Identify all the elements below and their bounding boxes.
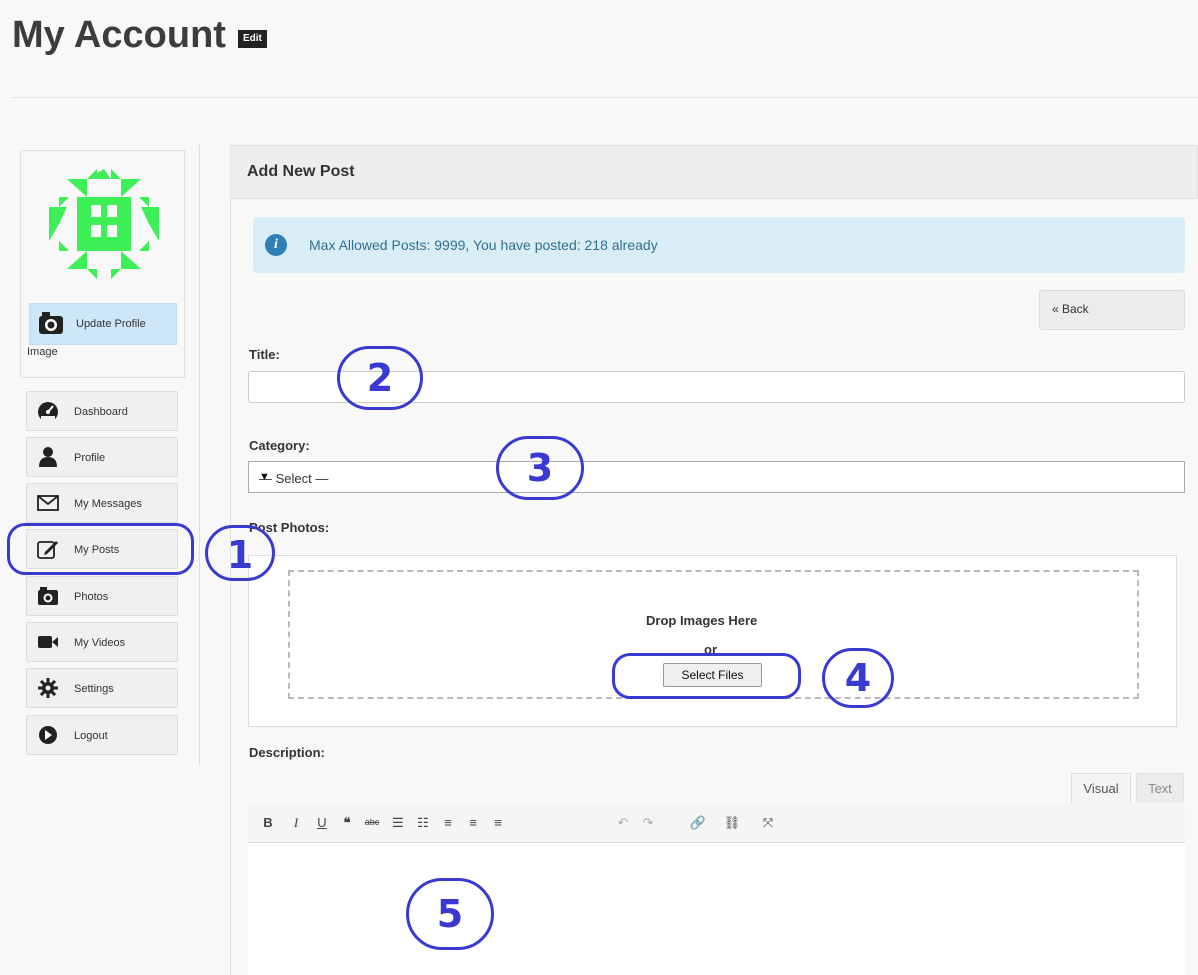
align-center-icon[interactable]: ≡ bbox=[463, 815, 483, 830]
user-icon bbox=[39, 447, 57, 467]
panel-header: Add New Post bbox=[230, 145, 1198, 199]
video-camera-icon bbox=[38, 636, 58, 648]
strikethrough-icon[interactable]: abc bbox=[362, 817, 382, 827]
bold-icon[interactable]: B bbox=[258, 815, 278, 830]
align-right-icon[interactable]: ≡ bbox=[488, 815, 508, 830]
annotation-number: 2 bbox=[337, 346, 423, 410]
envelope-icon bbox=[37, 495, 59, 511]
header-divider bbox=[12, 97, 1198, 98]
chevron-down-icon: ▼ bbox=[259, 471, 270, 483]
gear-icon bbox=[38, 678, 58, 698]
info-icon: i bbox=[265, 234, 287, 256]
update-profile-label: Update Profile bbox=[76, 318, 146, 330]
panel-title: Add New Post bbox=[247, 163, 355, 180]
sidebar-item-dashboard[interactable]: Dashboard bbox=[26, 391, 178, 431]
back-button[interactable]: « Back bbox=[1039, 290, 1185, 330]
undo-icon[interactable]: ↶ bbox=[613, 815, 633, 831]
editor-toolbar: B I U ❝ abc ☰ ☷ ≡ ≡ ≡ ↶ ↷ 🔗 ⛓ ⤧ bbox=[248, 803, 1185, 843]
logout-icon bbox=[39, 726, 57, 744]
edit-badge[interactable]: Edit bbox=[237, 29, 267, 48]
sidebar-item-label: Logout bbox=[74, 730, 108, 742]
camera-icon bbox=[38, 587, 58, 605]
sidebar-item-label: Settings bbox=[74, 683, 114, 695]
dashboard-icon bbox=[38, 402, 58, 421]
annotation-number: 4 bbox=[822, 648, 894, 708]
description-label: Description: bbox=[249, 745, 325, 760]
update-profile-image-button[interactable]: Update Profile bbox=[29, 303, 177, 345]
sidebar-item-label: Profile bbox=[74, 452, 106, 464]
tab-visual[interactable]: Visual bbox=[1071, 773, 1131, 803]
sidebar-item-settings[interactable]: Settings bbox=[26, 668, 178, 708]
sidebar-item-label: Photos bbox=[74, 591, 109, 603]
profile-card: Update Profile Image bbox=[20, 150, 185, 378]
blockquote-icon[interactable]: ❝ bbox=[337, 815, 357, 831]
drop-images-text: Drop Images Here bbox=[646, 613, 758, 628]
unlink-icon[interactable]: ⛓ bbox=[722, 815, 742, 831]
align-left-icon[interactable]: ≡ bbox=[438, 815, 458, 830]
title-label: Title: bbox=[249, 347, 280, 362]
fullscreen-icon[interactable]: ⤧ bbox=[758, 815, 778, 831]
update-profile-label-line2: Image bbox=[27, 346, 58, 358]
annotation-highlight-select-files bbox=[612, 653, 801, 699]
annotation-number: 5 bbox=[406, 878, 494, 950]
category-select[interactable]: — Select — ▼ bbox=[248, 461, 1185, 493]
page-title-text: My Account bbox=[12, 14, 226, 56]
avatar bbox=[49, 169, 159, 279]
italic-icon[interactable]: I bbox=[286, 815, 306, 831]
description-editor[interactable] bbox=[248, 843, 1185, 975]
category-label: Category: bbox=[249, 438, 310, 453]
annotation-number: 1 bbox=[205, 525, 275, 581]
underline-icon[interactable]: U bbox=[312, 815, 332, 830]
link-icon[interactable]: 🔗 bbox=[688, 815, 708, 831]
sidebar-item-photos[interactable]: Photos bbox=[26, 576, 178, 616]
sidebar-item-label: My Videos bbox=[74, 637, 126, 649]
annotation-number: 3 bbox=[496, 436, 584, 500]
sidebar-item-label: Dashboard bbox=[74, 406, 128, 418]
info-text: Max Allowed Posts: 9999, You have posted… bbox=[309, 237, 658, 253]
annotation-highlight-my-posts bbox=[7, 523, 194, 575]
panel-border bbox=[230, 199, 231, 975]
sidebar-divider bbox=[199, 145, 200, 765]
redo-icon[interactable]: ↷ bbox=[638, 815, 658, 831]
bullet-list-icon[interactable]: ☰ bbox=[388, 815, 408, 831]
page-title: My Account Edit bbox=[12, 14, 267, 57]
sidebar-item-logout[interactable]: Logout bbox=[26, 715, 178, 755]
sidebar-item-my-messages[interactable]: My Messages bbox=[26, 483, 178, 523]
sidebar-item-label: My Messages bbox=[74, 498, 142, 510]
camera-icon bbox=[39, 312, 63, 334]
tab-text[interactable]: Text bbox=[1136, 773, 1184, 803]
sidebar-item-profile[interactable]: Profile bbox=[26, 437, 178, 477]
info-alert: i Max Allowed Posts: 9999, You have post… bbox=[253, 217, 1185, 273]
sidebar-item-my-videos[interactable]: My Videos bbox=[26, 622, 178, 662]
numbered-list-icon[interactable]: ☷ bbox=[413, 815, 433, 831]
